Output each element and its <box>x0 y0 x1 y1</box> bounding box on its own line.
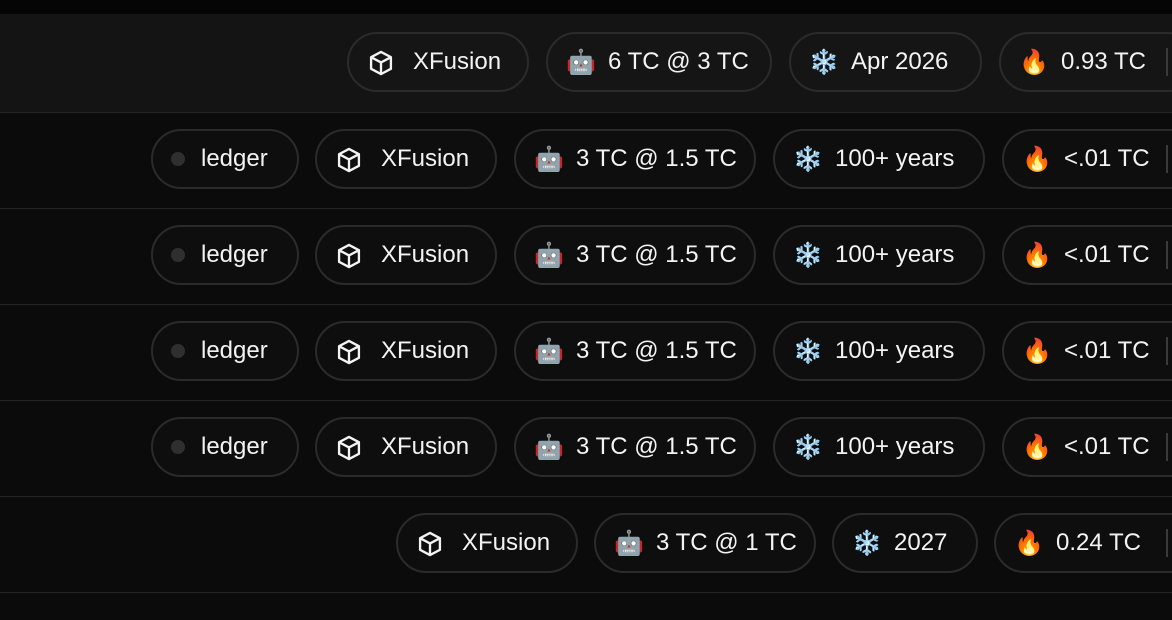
cost-label: <.01 TC <box>1064 241 1150 268</box>
price-label: 3 TC @ 1.5 TC <box>576 433 737 460</box>
provider-label: XFusion <box>413 48 502 75</box>
divider <box>1166 433 1168 461</box>
snowflake-icon: ❄️ <box>852 530 882 557</box>
cube-icon <box>337 147 361 173</box>
status-dot-icon <box>171 344 185 358</box>
snowflake-icon: ❄️ <box>793 242 823 269</box>
provider-pill[interactable]: XFusion <box>315 129 497 189</box>
cost-label: <.01 TC <box>1064 337 1150 364</box>
source-pill[interactable]: ledger <box>151 225 299 285</box>
fire-icon: 🔥 <box>1022 146 1052 173</box>
cutoff-pill[interactable]: ❄️ 100+ years <box>773 129 985 189</box>
cost-label: 0.24 TC <box>1056 529 1141 556</box>
price-pill[interactable]: 🤖 3 TC @ 1.5 TC <box>514 225 756 285</box>
cutoff-label: Apr 2026 <box>851 48 949 75</box>
cost-pill[interactable]: 🔥 0.24 TC <box>994 513 1172 573</box>
source-pill[interactable]: ledger <box>151 417 299 477</box>
cost-pill[interactable]: 🔥 <.01 TC <box>1002 417 1172 477</box>
cutoff-label: 2027 <box>894 529 948 556</box>
provider-pill[interactable]: XFusion <box>315 225 497 285</box>
cost-pill[interactable]: 🔥 0.93 TC <box>999 32 1172 92</box>
source-label: ledger <box>201 145 268 172</box>
source-pill[interactable]: ledger <box>151 321 299 381</box>
price-pill[interactable]: 🤖 3 TC @ 1 TC <box>594 513 816 573</box>
cutoff-label: 100+ years <box>835 433 955 460</box>
divider <box>1166 145 1168 173</box>
cost-label: 0.93 TC <box>1061 48 1146 75</box>
source-label: ledger <box>201 337 268 364</box>
divider <box>1166 241 1168 269</box>
robot-icon: 🤖 <box>534 338 564 365</box>
divider <box>1166 337 1168 365</box>
model-row[interactable]: ledger XFusion 🤖 3 TC @ 1.5 TC ❄️ 100+ y… <box>0 305 1172 401</box>
price-pill[interactable]: 🤖 3 TC @ 1.5 TC <box>514 417 756 477</box>
cutoff-label: 100+ years <box>835 241 955 268</box>
price-pill[interactable]: 🤖 3 TC @ 1.5 TC <box>514 129 756 189</box>
fire-icon: 🔥 <box>1022 434 1052 461</box>
cutoff-pill[interactable]: ❄️ Apr 2026 <box>789 32 982 92</box>
source-label: ledger <box>201 433 268 460</box>
cube-icon <box>418 531 442 557</box>
source-label: ledger <box>201 241 268 268</box>
model-row[interactable]: ledger XFusion 🤖 3 TC @ 1.5 TC ❄️ 100+ y… <box>0 401 1172 497</box>
cube-icon <box>337 435 361 461</box>
price-label: 6 TC @ 3 TC <box>608 48 749 75</box>
divider <box>1166 529 1168 557</box>
provider-pill[interactable]: XFusion <box>315 321 497 381</box>
cost-label: <.01 TC <box>1064 145 1150 172</box>
robot-icon: 🤖 <box>566 49 596 76</box>
price-pill[interactable]: 🤖 6 TC @ 3 TC <box>546 32 772 92</box>
snowflake-icon: ❄️ <box>809 49 839 76</box>
cutoff-pill[interactable]: ❄️ 2027 <box>832 513 978 573</box>
fire-icon: 🔥 <box>1022 242 1052 269</box>
provider-pill[interactable]: XFusion <box>347 32 529 92</box>
snowflake-icon: ❄️ <box>793 338 823 365</box>
cost-pill[interactable]: 🔥 <.01 TC <box>1002 321 1172 381</box>
top-band <box>0 0 1172 14</box>
status-dot-icon <box>171 440 185 454</box>
robot-icon: 🤖 <box>614 530 644 557</box>
status-dot-icon <box>171 248 185 262</box>
provider-label: XFusion <box>381 433 470 460</box>
price-pill[interactable]: 🤖 3 TC @ 1.5 TC <box>514 321 756 381</box>
snowflake-icon: ❄️ <box>793 434 823 461</box>
robot-icon: 🤖 <box>534 242 564 269</box>
provider-label: XFusion <box>381 337 470 364</box>
fire-icon: 🔥 <box>1019 49 1049 76</box>
model-row[interactable]: ledger XFusion 🤖 3 TC @ 1.5 TC ❄️ 100+ y… <box>0 209 1172 305</box>
robot-icon: 🤖 <box>534 146 564 173</box>
model-row[interactable]: XFusion 🤖 6 TC @ 3 TC ❄️ Apr 2026 🔥 0.93… <box>0 14 1172 113</box>
source-pill[interactable]: ledger <box>151 129 299 189</box>
provider-label: XFusion <box>462 529 551 556</box>
cutoff-pill[interactable]: ❄️ 100+ years <box>773 321 985 381</box>
price-label: 3 TC @ 1.5 TC <box>576 241 737 268</box>
provider-label: XFusion <box>381 241 470 268</box>
cost-pill[interactable]: 🔥 <.01 TC <box>1002 129 1172 189</box>
fire-icon: 🔥 <box>1022 338 1052 365</box>
divider <box>1166 48 1168 76</box>
cube-icon <box>369 50 393 76</box>
cutoff-label: 100+ years <box>835 145 955 172</box>
cutoff-pill[interactable]: ❄️ 100+ years <box>773 225 985 285</box>
provider-pill[interactable]: XFusion <box>396 513 578 573</box>
cube-icon <box>337 243 361 269</box>
snowflake-icon: ❄️ <box>793 146 823 173</box>
price-label: 3 TC @ 1.5 TC <box>576 145 737 172</box>
cube-icon <box>337 339 361 365</box>
cutoff-label: 100+ years <box>835 337 955 364</box>
price-label: 3 TC @ 1.5 TC <box>576 337 737 364</box>
robot-icon: 🤖 <box>534 434 564 461</box>
model-row[interactable]: XFusion 🤖 3 TC @ 1 TC ❄️ 2027 🔥 0.24 TC <box>0 497 1172 593</box>
fire-icon: 🔥 <box>1014 530 1044 557</box>
model-row[interactable]: ledger XFusion 🤖 3 TC @ 1.5 TC ❄️ 100+ y… <box>0 113 1172 209</box>
price-label: 3 TC @ 1 TC <box>656 529 797 556</box>
status-dot-icon <box>171 152 185 166</box>
cost-label: <.01 TC <box>1064 433 1150 460</box>
provider-label: XFusion <box>381 145 470 172</box>
cutoff-pill[interactable]: ❄️ 100+ years <box>773 417 985 477</box>
provider-pill[interactable]: XFusion <box>315 417 497 477</box>
cost-pill[interactable]: 🔥 <.01 TC <box>1002 225 1172 285</box>
